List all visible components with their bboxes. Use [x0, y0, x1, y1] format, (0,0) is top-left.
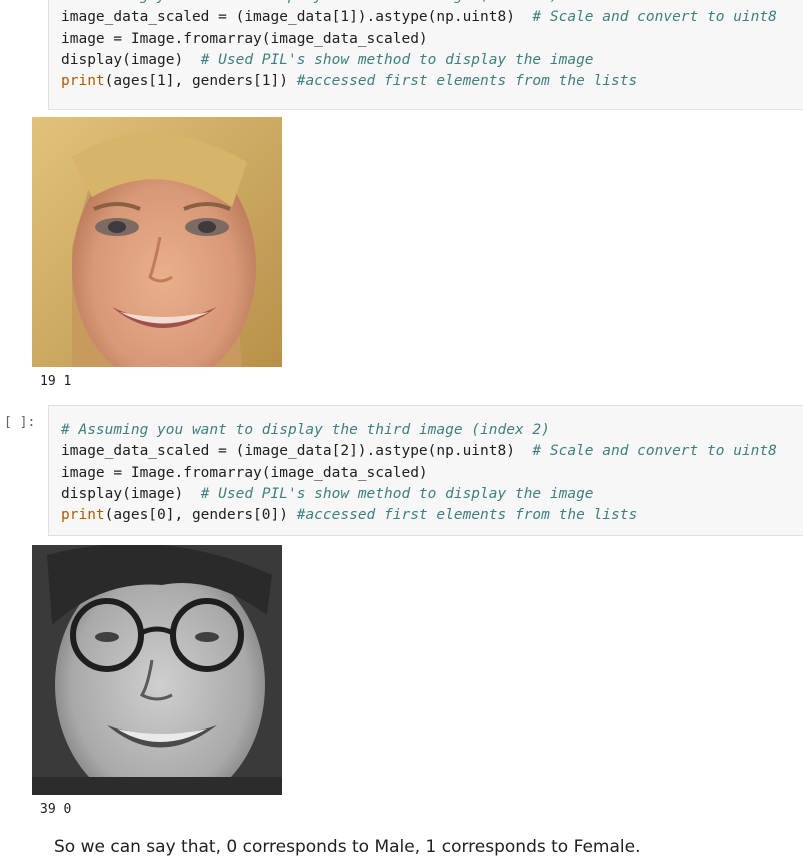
code-line[interactable]: display(image) # Used PIL's show method …: [61, 484, 594, 505]
markdown-conclusion: So we can say that, 0 corresponds to Mal…: [54, 837, 641, 857]
code-comment: #accessed first elements from the lists: [296, 73, 638, 90]
code-line[interactable]: print(ages[1], genders[1]) #accessed fir…: [61, 71, 637, 92]
code-token: (ages[1], genders[1]): [104, 73, 297, 90]
code-keyword: print: [61, 73, 105, 90]
code-line[interactable]: print(ages[0], genders[0]) #accessed fir…: [61, 505, 637, 526]
cell-2-prompt: [ ]:: [4, 415, 36, 430]
code-line[interactable]: # Assuming you want to display the third…: [61, 420, 550, 441]
code-token: display(image): [61, 485, 201, 502]
code-input-2[interactable]: # Assuming you want to display the third…: [48, 405, 803, 536]
code-comment: # Assuming you want to display the third…: [61, 422, 550, 438]
code-input-1[interactable]: # Assuming you want to display the secon…: [48, 0, 803, 110]
code-line[interactable]: # Assuming you want to display the secon…: [61, 0, 559, 7]
code-line[interactable]: image = Image.fromarray(image_data_scale…: [61, 29, 428, 50]
code-keyword: print: [61, 507, 105, 524]
code-line[interactable]: image = Image.fromarray(image_data_scale…: [61, 463, 428, 484]
code-token: image_data_scaled = (image_data[1]).asty…: [61, 9, 533, 26]
code-comment: # Used PIL's show method to display the …: [200, 485, 594, 502]
code-line[interactable]: display(image) # Used PIL's show method …: [61, 50, 594, 71]
code-line[interactable]: image_data_scaled = (image_data[2]).asty…: [61, 441, 777, 462]
code-token: (ages[0], genders[0]): [104, 507, 297, 524]
code-comment: # Scale and convert to uint8: [532, 9, 777, 26]
code-token: image = Image.fromarray(image_data_scale…: [61, 30, 428, 47]
face-image-male: [32, 545, 282, 795]
code-comment: #accessed first elements from the lists: [296, 507, 638, 524]
cell-1-output-text: 19 1: [40, 374, 72, 389]
code-token: image = Image.fromarray(image_data_scale…: [61, 464, 428, 481]
female-face-picture: [32, 117, 282, 367]
face-image-female: [32, 117, 282, 367]
code-comment: # Scale and convert to uint8: [532, 443, 777, 460]
code-comment: # Assuming you want to display the secon…: [61, 0, 559, 4]
code-token: display(image): [61, 51, 201, 68]
code-comment: # Used PIL's show method to display the …: [200, 51, 594, 68]
male-face-picture: [32, 545, 282, 795]
code-token: image_data_scaled = (image_data[2]).asty…: [61, 443, 533, 460]
code-line[interactable]: image_data_scaled = (image_data[1]).asty…: [61, 7, 777, 28]
cell-2-output-text: 39 0: [40, 802, 72, 817]
